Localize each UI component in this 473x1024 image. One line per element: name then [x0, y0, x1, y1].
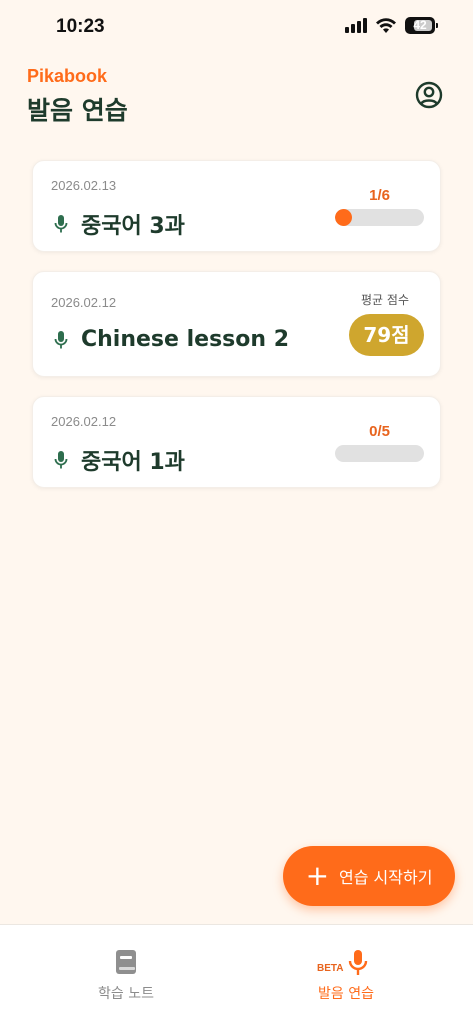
progress-bar [335, 209, 424, 226]
start-practice-label: 연습 시작하기 [339, 868, 433, 887]
progress-label: 1/6 [369, 187, 390, 204]
profile-icon[interactable] [414, 80, 444, 110]
lesson-card[interactable]: 2026.02.13 중국어 3과 1/6 [32, 160, 441, 252]
plus-icon: + [305, 859, 330, 892]
brand-logo: Pikabook [27, 66, 108, 86]
lesson-date: 2026.02.12 [51, 414, 117, 429]
progress-bar [335, 445, 424, 462]
header: Pikabook 발음 연습 [27, 66, 128, 127]
status-time: 10:23 [56, 16, 105, 37]
status-icons: 42 [345, 17, 438, 34]
average-score-label: 평균 점수 [361, 293, 409, 307]
status-bar: 10:23 42 [0, 0, 473, 56]
mic-icon [54, 215, 68, 233]
lesson-title: Chinese lesson 2 [81, 327, 290, 352]
lesson-title-row: Chinese lesson 2 [53, 327, 289, 352]
mic-icon [348, 950, 368, 975]
progress-fill [335, 209, 352, 226]
page-title: 발음 연습 [27, 96, 128, 125]
lesson-title-row: 중국어 1과 [53, 444, 185, 476]
tab-pronunciation-practice[interactable]: BETA 발음 연습 [271, 949, 421, 1003]
lesson-title-row: 중국어 3과 [53, 208, 185, 240]
score-badge: 79점 [349, 314, 424, 356]
notebook-icon [116, 950, 136, 974]
lesson-title: 중국어 1과 [81, 450, 185, 475]
battery-level: 42 [413, 18, 427, 32]
bottom-tab-bar: 학습 노트 BETA 발음 연습 [0, 924, 473, 1024]
lesson-card[interactable]: 2026.02.12 중국어 1과 0/5 [32, 396, 441, 488]
wifi-icon [376, 17, 396, 33]
tab-label: 학습 노트 [98, 986, 154, 1002]
lesson-date: 2026.02.13 [51, 178, 117, 193]
cellular-signal-icon [345, 18, 367, 33]
mic-icon [54, 330, 68, 348]
start-practice-button[interactable]: + 연습 시작하기 [283, 846, 455, 906]
lesson-date: 2026.02.12 [51, 295, 117, 310]
battery-icon: 42 [405, 17, 438, 34]
tab-label: 발음 연습 [318, 986, 374, 1002]
beta-badge: BETA [317, 963, 344, 974]
mic-icon [54, 451, 68, 469]
lesson-card[interactable]: 2026.02.12 Chinese lesson 2 평균 점수 79점 [32, 271, 441, 377]
progress-label: 0/5 [369, 423, 390, 440]
tab-study-notes[interactable]: 학습 노트 [51, 949, 201, 1003]
lesson-title: 중국어 3과 [81, 214, 185, 239]
